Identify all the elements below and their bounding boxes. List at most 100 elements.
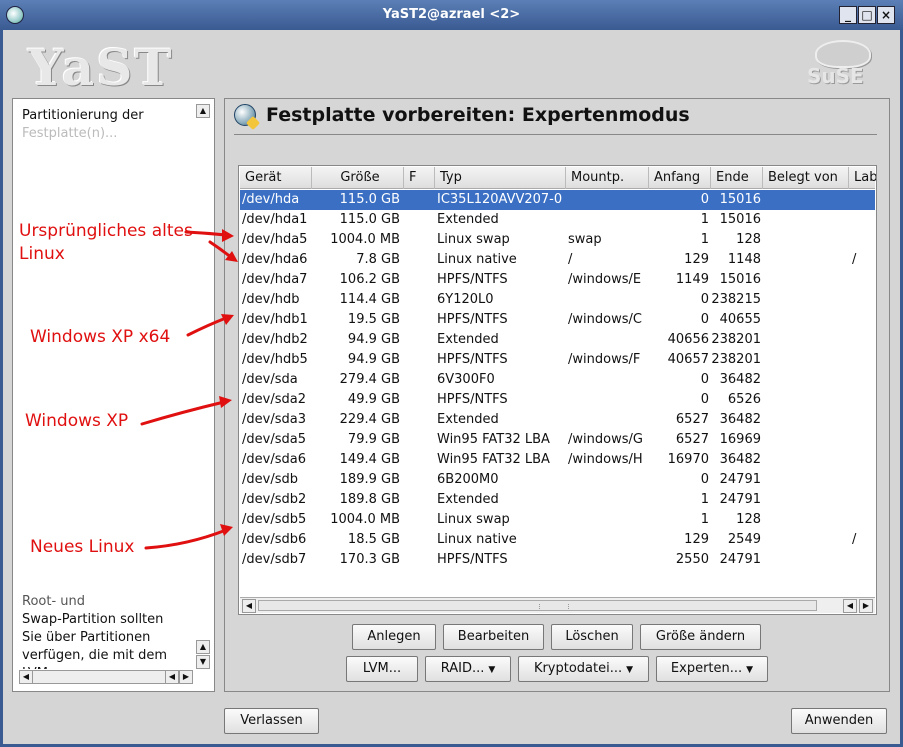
cell-dev: /dev/hdb5 (242, 352, 308, 367)
cell-size: 115.0 GB (339, 192, 400, 207)
cell-dev: /dev/sdb5 (242, 512, 307, 527)
cell-dev: /dev/hdb2 (242, 332, 308, 347)
table-row[interactable]: /dev/sda 279.4 GB 6V300F0 0 36482 (240, 370, 875, 390)
table-row[interactable]: /dev/hda5 1004.0 MB Linux swap swap 1 128 (240, 230, 875, 250)
lvm-button[interactable]: LVM... (346, 656, 418, 682)
table-row[interactable]: /dev/hda7 106.2 GB HPFS/NTFS/windows/E 1149… (240, 270, 875, 290)
cell-dev: /dev/sda (242, 372, 298, 387)
anlegen-button[interactable]: Anlegen (352, 624, 436, 650)
window-title: YaST2@azrael <2> (382, 7, 521, 22)
raid-button[interactable]: RAID... ▼ (425, 656, 511, 682)
verlassen-button[interactable]: Verlassen (224, 708, 319, 734)
scroll-thumb-grip[interactable] (539, 604, 569, 609)
table-row[interactable]: /dev/hdb2 94.9 GB Extended 40656 238201 (240, 330, 875, 350)
table-row[interactable]: /dev/hdb5 94.9 GB HPFS/NTFS/windows/F 40657… (240, 350, 875, 370)
col-header[interactable]: Typ (435, 167, 566, 189)
maximize-button[interactable]: □ (858, 6, 876, 24)
bearbeiten-button[interactable]: Bearbeiten (443, 624, 544, 650)
table-row[interactable]: /dev/hdb 114.4 GB 6Y120L0 0 238215 (240, 290, 875, 310)
cell-start: 0 (700, 192, 709, 207)
cell-end: 36482 (719, 372, 761, 387)
table-row[interactable]: /dev/sdb 189.9 GB 6B200M0 0 24791 (240, 470, 875, 490)
table-row[interactable]: /dev/hda 115.0 GB IC35L120AVV207-0 0 15016 (240, 190, 875, 210)
scroll-down-icon[interactable]: ▼ (196, 655, 210, 669)
scroll-up-icon[interactable]: ▲ (196, 104, 210, 118)
suse-wordmark: SuSE (807, 64, 864, 88)
minimize-button[interactable]: _ (839, 6, 857, 24)
title-bar: YaST2@azrael <2> _ □ × (0, 0, 903, 30)
scroll-left-icon[interactable]: ◀ (242, 599, 256, 613)
col-header[interactable]: Anfang (649, 167, 711, 189)
cell-size: 189.8 GB (339, 492, 400, 507)
col-header[interactable]: Belegt von (763, 167, 849, 189)
col-header[interactable]: F (404, 167, 435, 189)
cell-end: 24791 (719, 552, 761, 567)
cell-size: 1004.0 MB (330, 512, 400, 527)
cell-dev: /dev/hdb (242, 292, 300, 307)
cell-dev: /dev/hda1 (242, 212, 308, 227)
table-row[interactable]: /dev/sdb5 1004.0 MB Linux swap 1 128 (240, 510, 875, 530)
scroll-track[interactable] (258, 600, 817, 611)
page-title: Festplatte vorbereiten: Expertenmodus (266, 104, 690, 126)
table-row[interactable]: /dev/sdb6 18.5 GB Linux native 129 2549 / (240, 530, 875, 550)
table-row[interactable]: /dev/sdb7 170.3 GB HPFS/NTFS 2550 24791 (240, 550, 875, 570)
anwenden-button[interactable]: Anwenden (791, 708, 887, 734)
cell-end: 15016 (719, 212, 761, 227)
cell-mount: / (568, 252, 573, 267)
help-panel[interactable]: Partitionierung der Festplatte(n)... Roo… (12, 98, 215, 692)
kryptodatei-label: Kryptodatei... (533, 661, 623, 676)
col-header[interactable]: Größe (312, 167, 404, 189)
scroll-left-icon[interactable]: ◀ (19, 670, 33, 684)
cell-type: 6V300F0 (437, 372, 495, 387)
scroll-left-icon[interactable]: ◀ (843, 599, 857, 613)
cell-size: 229.4 GB (339, 412, 400, 427)
cell-size: 49.9 GB (347, 392, 400, 407)
cell-size: 114.4 GB (339, 292, 400, 307)
cell-mount: /windows/H (568, 452, 643, 467)
help-hscrollbar[interactable] (19, 670, 169, 684)
table-row[interactable]: /dev/hdb1 19.5 GB HPFS/NTFS/windows/C 0 4065… (240, 310, 875, 330)
scroll-right-icon[interactable]: ▶ (859, 599, 873, 613)
cell-type: IC35L120AVV207-0 (437, 192, 563, 207)
scroll-up-icon[interactable]: ▲ (196, 640, 210, 654)
groesse-aendern-button[interactable]: Größe ändern (640, 624, 761, 650)
cell-size: 79.9 GB (347, 432, 400, 447)
cell-type: Linux swap (437, 232, 510, 247)
annotation-old-linux: Ursprüngliches altes (19, 221, 193, 241)
cell-start: 129 (684, 532, 709, 547)
table-row[interactable]: /dev/sda5 79.9 GB Win95 FAT32 LBA/windows/… (240, 430, 875, 450)
table-row[interactable]: /dev/sdb2 189.8 GB Extended 1 24791 (240, 490, 875, 510)
kryptodatei-button[interactable]: Kryptodatei... ▼ (518, 656, 649, 682)
cell-dev: /dev/hdb1 (242, 312, 308, 327)
col-header[interactable]: Mountp. (566, 167, 649, 189)
close-button[interactable]: × (877, 6, 895, 24)
cell-start: 40656 (667, 332, 709, 347)
cell-size: 279.4 GB (339, 372, 400, 387)
cell-end: 15016 (719, 192, 761, 207)
cell-start: 16970 (667, 452, 709, 467)
partition-table[interactable]: Gerät Größe F Typ Mountp. Anfang Ende Be… (238, 165, 877, 615)
cell-dev: /dev/hda5 (242, 232, 308, 247)
col-header[interactable]: Ende (711, 167, 763, 189)
table-hscrollbar[interactable]: ◀ ◀ ▶ (240, 597, 875, 613)
cell-dev: /dev/sdb2 (242, 492, 307, 507)
cell-start: 1149 (675, 272, 709, 287)
experten-button[interactable]: Experten... ▼ (656, 656, 768, 682)
table-header: Gerät Größe F Typ Mountp. Anfang Ende Be… (240, 167, 876, 189)
loeschen-button[interactable]: Löschen (551, 624, 633, 650)
col-header[interactable]: Gerät (240, 167, 312, 189)
scroll-right-icon[interactable]: ▶ (179, 670, 193, 684)
table-row[interactable]: /dev/sda6 149.4 GB Win95 FAT32 LBA/windows… (240, 450, 875, 470)
table-row[interactable]: /dev/sda3 229.4 GB Extended 6527 36482 (240, 410, 875, 430)
table-row[interactable]: /dev/hda1 115.0 GB Extended 1 15016 (240, 210, 875, 230)
cell-size: 94.9 GB (347, 352, 400, 367)
col-header[interactable]: Lab (849, 167, 876, 189)
cell-dev: /dev/sda2 (242, 392, 306, 407)
cell-size: 7.8 GB (356, 252, 400, 267)
cell-dev: /dev/sda3 (242, 412, 306, 427)
cell-start: 129 (684, 252, 709, 267)
table-row[interactable]: /dev/sda2 49.9 GB HPFS/NTFS 0 6526 (240, 390, 875, 410)
help-line: Festplatte(n)... (22, 126, 118, 141)
scroll-left-icon[interactable]: ◀ (165, 670, 179, 684)
table-row[interactable]: /dev/hda6 7.8 GB Linux native / 129 1148 / (240, 250, 875, 270)
